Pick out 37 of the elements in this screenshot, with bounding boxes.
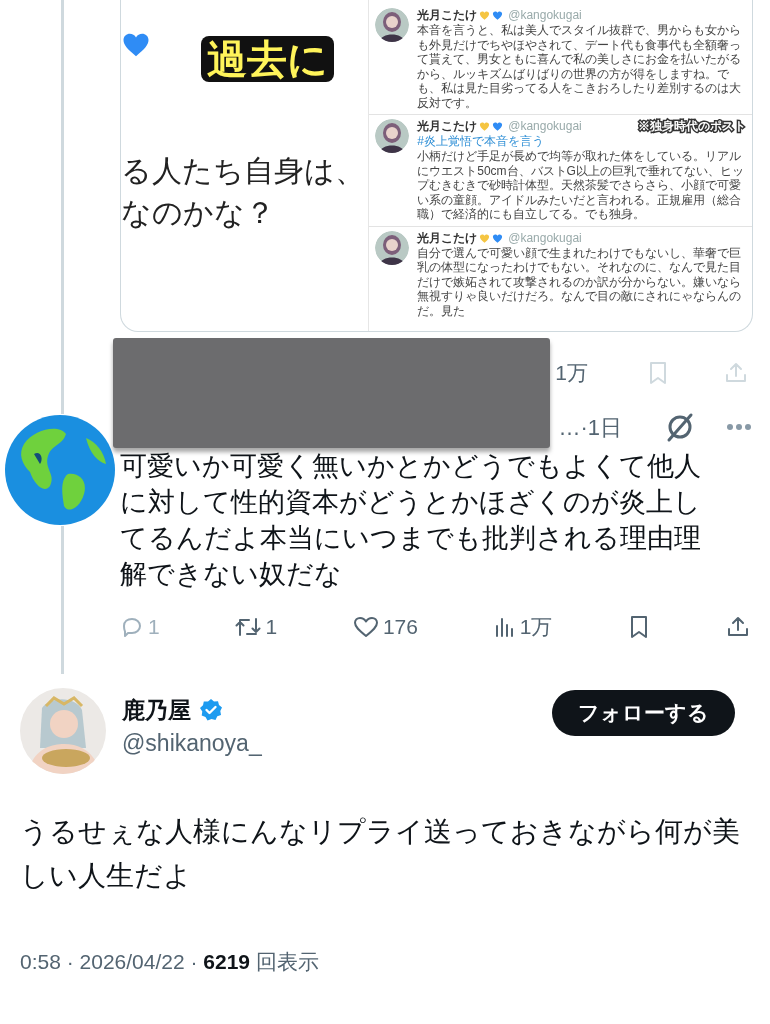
post-author: 光月こたけ <box>417 8 478 23</box>
bar-chart-icon[interactable] <box>493 615 516 639</box>
count-label: 1 <box>148 614 160 641</box>
post-text: 本音を言うと、私は美人でスタイル抜群で、男からも女からも外見だけでちやほやされて、デート代も食事代も全額奢って貰えて、男女ともに喜んで私の美しさにお金を払いたがるから、ルッキズムばりばりの世界の方が得をしますね。でも、私は見た目劣ってる人をこきおろしたり差別するのは大反対です。 <box>417 23 743 110</box>
hashtag-text: #炎上覚悟で本音を言う <box>417 134 545 149</box>
heart-icon[interactable] <box>352 615 379 639</box>
heart-icon <box>492 10 504 21</box>
heart-icon <box>492 232 504 244</box>
post-author: 光月こたけ <box>417 119 478 134</box>
tweet-meta: 0:58 · 2026/04/22 · 6219 回表示 <box>20 949 320 975</box>
heart-icon <box>479 232 491 244</box>
timestamp: …·1日 <box>558 413 622 442</box>
image-text: る人たち自身は、 <box>121 153 366 189</box>
post-text: 小柄だけど手足が長めで均等が取れた体をしている。リアルにウエスト50cm台、バストG以上の巨乳で垂れてない、ヒップむきむきで砂時計体型。天然茶髪でさらさら、小顔で可愛い系の童顔。アイドルみたいだと言われる。正規雇用（総合職）で経済的にも自立してる。でも独身。 <box>417 149 745 222</box>
user-handle: @shikanoya_ <box>122 729 262 758</box>
image-text: なのかな？ <box>121 195 276 231</box>
post-handle: @kangokugai <box>508 230 582 246</box>
count-label: 1 <box>265 614 278 641</box>
note-label: ※独身時代のポスト <box>638 119 746 134</box>
tweet-text: うるせぇな人様にんなリプライ送っておきながら何が美しい人生だよ <box>20 815 741 893</box>
repost-icon[interactable] <box>235 615 262 639</box>
count-label: 176 <box>382 614 418 641</box>
heart-icon <box>492 121 504 132</box>
reply-text: 可愛いか可愛く無いかとかどうでもよくて他人に対して性的資本がどうとかほざくのが炎上してるんだよ本当にいつまでも批判される理由理解できない奴だな <box>120 450 702 591</box>
more-icon[interactable] <box>726 423 752 431</box>
post-handle: @kangokugai <box>508 8 582 23</box>
post-author: 光月こたけ <box>417 230 478 246</box>
heart-icon <box>479 121 491 132</box>
display-name: 鹿乃屋 <box>122 696 191 725</box>
caption-text: 過去に <box>201 36 334 82</box>
share-icon[interactable] <box>725 615 750 639</box>
count-label: 1万 <box>555 360 588 387</box>
post-handle: @kangokugai <box>508 119 582 134</box>
count-label: 1万 <box>519 614 553 641</box>
heart-icon <box>479 10 491 21</box>
follow-button[interactable]: フォローする <box>552 690 735 736</box>
post-text: 自分で選んで可愛い顔で生まれたわけでもないし、華奢で巨乳の体型になったわけでもない。それなのに、なんで見た目だけで嫉妬されて攻撃されるのか訳が分からない。嫌いなら無視すりゃ良いだけだろ。なんで目の敵にされにゃならんのだ。見た <box>417 245 743 318</box>
